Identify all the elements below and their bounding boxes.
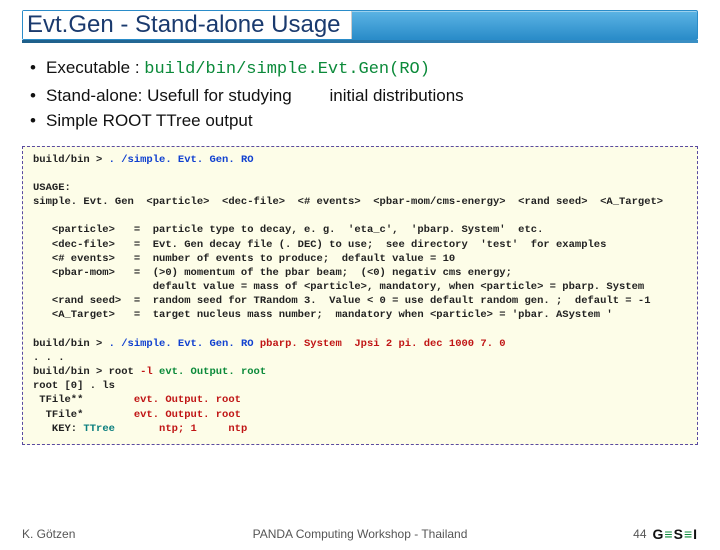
footer-event: PANDA Computing Workshop - Thailand xyxy=(0,527,720,541)
footer-page: 44 xyxy=(633,527,646,541)
bullet-3: • Simple ROOT TTree output xyxy=(30,108,690,134)
title-bar: Evt.Gen - Stand-alone Usage xyxy=(22,10,698,40)
bullet-1: • Executable : build/bin/simple.Evt.Gen(… xyxy=(30,55,690,83)
slide-title: Evt.Gen - Stand-alone Usage xyxy=(23,11,352,39)
terminal-codebox: build/bin > . /simple. Evt. Gen. RO USAG… xyxy=(22,146,698,445)
bullet-list: • Executable : build/bin/simple.Evt.Gen(… xyxy=(30,55,690,134)
bullet-1-code: build/bin/simple.Evt.Gen(RO) xyxy=(144,60,430,79)
bullet-2: • Stand-alone: Usefull for studying init… xyxy=(30,83,690,109)
bullet-1-pre: Executable : xyxy=(46,58,144,77)
title-underline xyxy=(22,40,698,43)
